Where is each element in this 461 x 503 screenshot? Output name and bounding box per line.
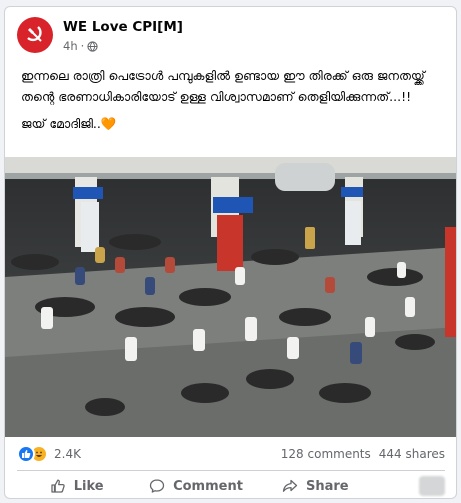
post-card: WE Love CPI[M] 4h · ഇന്നലെ രാത്രി പെട്രോ…: [4, 6, 457, 499]
post-header: WE Love CPI[M] 4h ·: [17, 17, 437, 57]
post-meta: 4h ·: [63, 39, 98, 53]
reaction-count: 2.4K: [54, 447, 81, 461]
page-name[interactable]: WE Love CPI[M]: [63, 19, 183, 35]
share-button[interactable]: Share: [256, 473, 375, 498]
stats-right: 128 comments 444 shares: [281, 447, 445, 461]
blurred-profile-avatar: [418, 476, 445, 496]
post-text-line-1: ഇന്നലെ രാത്രി പെട്രോൾ പമ്പുകളിൽ ഉണ്ടായ ഈ…: [21, 68, 425, 104]
petrol-pump-queue-photo: [5, 157, 456, 437]
post-photo[interactable]: [5, 157, 456, 437]
engagement-stats: 2.4K 128 comments 444 shares: [17, 445, 445, 465]
post-text-line-2: ജയ് മോദിജി..🧡: [21, 116, 117, 131]
actions-divider: [17, 470, 445, 471]
share-arrow-icon: [282, 479, 298, 492]
thumbs-up-icon: [51, 479, 65, 493]
comment-button[interactable]: Comment: [136, 473, 255, 498]
share-label: Share: [306, 478, 349, 494]
page-avatar[interactable]: [17, 17, 53, 53]
profile-selector[interactable]: [375, 473, 445, 498]
globe-icon[interactable]: [87, 40, 98, 52]
comment-icon: [149, 479, 165, 493]
post-time[interactable]: 4h: [63, 39, 78, 53]
reactions-summary[interactable]: 2.4K: [17, 445, 81, 463]
shares-count[interactable]: 444 shares: [379, 447, 445, 461]
hammer-sickle-icon: [27, 26, 42, 42]
post-message: ഇന്നലെ രാത്രി പെട്രോൾ പമ്പുകളിൽ ഉണ്ടായ ഈ…: [21, 65, 446, 140]
comment-label: Comment: [173, 478, 243, 494]
like-label: Like: [73, 478, 104, 494]
like-button[interactable]: Like: [17, 473, 136, 498]
action-bar: Like Comment Share: [17, 473, 445, 498]
comments-count[interactable]: 128 comments: [281, 447, 371, 461]
like-reaction-icon: [17, 445, 35, 463]
